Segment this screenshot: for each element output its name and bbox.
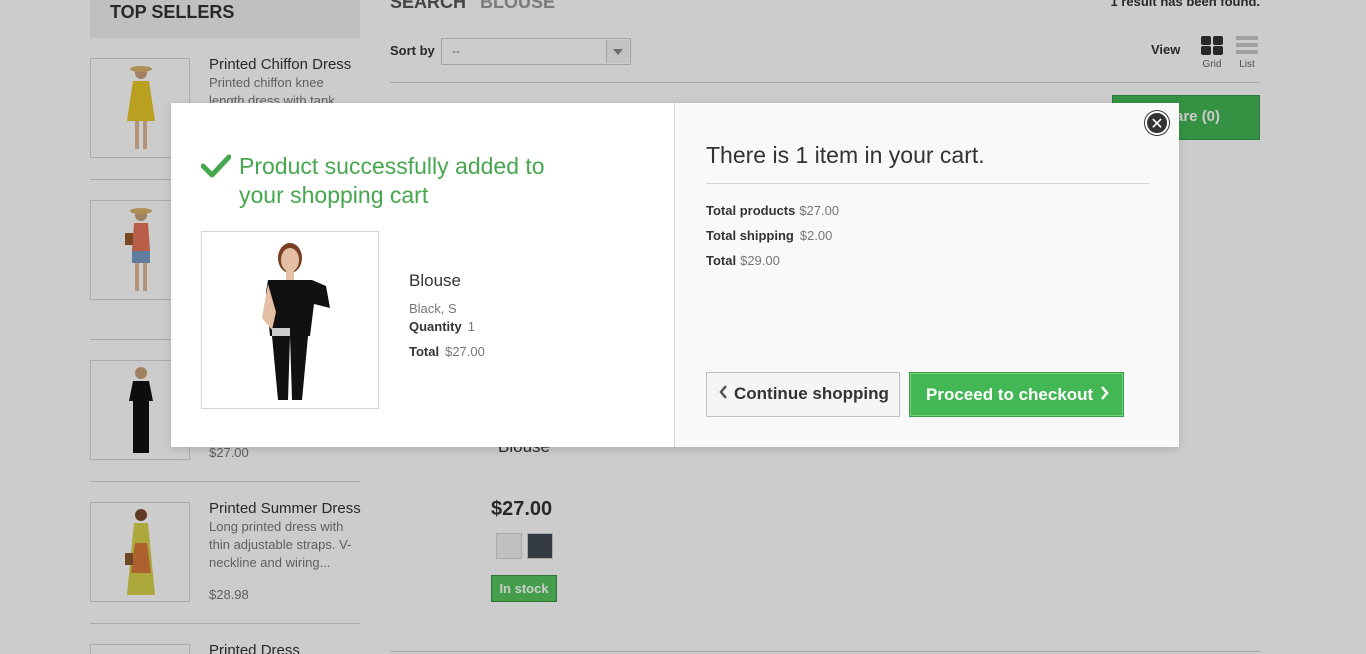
proceed-to-checkout-button[interactable]: Proceed to checkout xyxy=(909,372,1124,417)
total-shipping-value: $2.00 xyxy=(799,228,833,243)
total-products-value: $27.00 xyxy=(799,203,840,218)
modal-cart-panel: There is 1 item in your cart. Total prod… xyxy=(675,103,1179,447)
close-icon[interactable]: ✕ xyxy=(1145,111,1169,135)
add-to-cart-modal: Product successfully added to your shopp… xyxy=(171,103,1179,447)
total-shipping-label: Total shipping xyxy=(706,228,794,243)
proceed-to-checkout-label: Proceed to checkout xyxy=(926,385,1094,404)
divider xyxy=(706,183,1149,184)
quantity-value: 1 xyxy=(467,319,475,334)
cart-total-value: $29.00 xyxy=(740,253,780,268)
total-value: $27.00 xyxy=(445,344,485,359)
total-shipping-row: Total shipping $2.00 xyxy=(706,228,832,243)
success-message: Product successfully added to your shopp… xyxy=(239,153,545,208)
product-total: Total $27.00 xyxy=(409,344,485,359)
total-label: Total xyxy=(409,344,440,359)
chevron-left-icon xyxy=(719,385,727,399)
product-image xyxy=(201,231,379,409)
product-title: Blouse xyxy=(409,271,461,290)
total-products-label: Total products xyxy=(706,203,796,218)
continue-shopping-label: Continue shopping xyxy=(734,384,889,403)
cart-count-text: There is 1 item in your cart. xyxy=(706,142,985,168)
product-quantity: Quantity 1 xyxy=(409,319,475,334)
cart-total-label: Total xyxy=(706,253,737,268)
modal-product-panel: Product successfully added to your shopp… xyxy=(171,103,675,447)
continue-shopping-button[interactable]: Continue shopping xyxy=(706,372,900,417)
quantity-label: Quantity xyxy=(409,319,462,334)
total-products-row: Total products $27.00 xyxy=(706,203,839,218)
cart-total-row: Total $29.00 xyxy=(706,253,780,268)
chevron-right-icon xyxy=(1101,386,1109,400)
product-attributes: Black, S xyxy=(409,301,457,316)
